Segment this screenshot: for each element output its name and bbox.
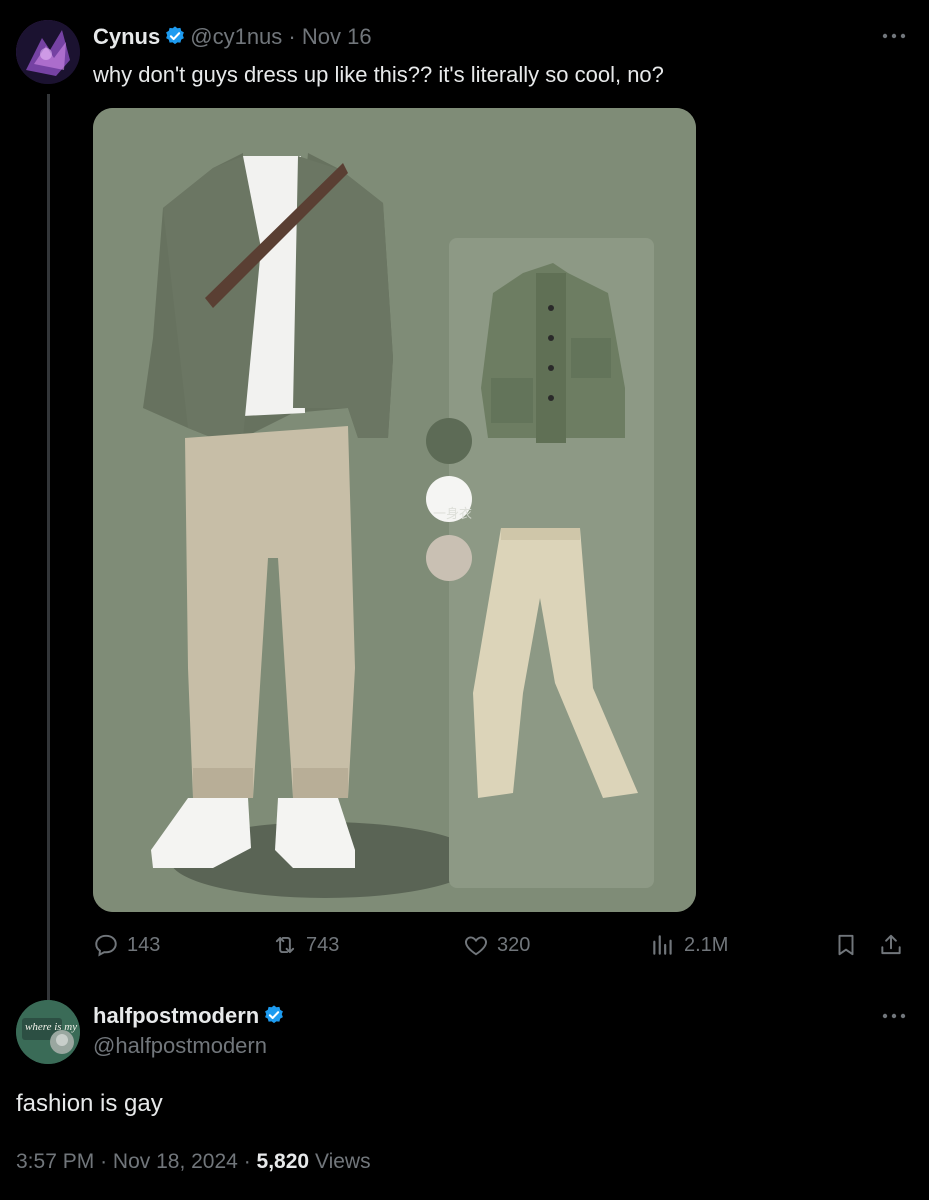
reply-button[interactable]: 143 (93, 932, 160, 958)
repost-button[interactable]: 743 (272, 932, 339, 958)
reply-meta: 3:57 PM · Nov 18, 2024 · 5,820 Views (16, 1150, 371, 1174)
views-count: 2.1M (684, 933, 729, 956)
share-button[interactable] (878, 932, 904, 958)
more-dots-icon[interactable] (880, 1006, 908, 1032)
reply-author-avatar[interactable]: where is my (16, 1000, 80, 1064)
tweet-text: why don't guys dress up like this?? it's… (93, 62, 664, 87)
verified-badge-icon (263, 1004, 285, 1026)
reply-views-count: 5,820 (256, 1150, 310, 1173)
more-dots-icon[interactable] (880, 26, 908, 52)
separator-dot: · (243, 1150, 251, 1173)
avatar-text: where is my (25, 1021, 77, 1033)
views-button[interactable]: 2.1M (650, 932, 728, 958)
reply-header: halfpostmodern @halfpostmodern (93, 1003, 289, 1059)
like-count: 320 (497, 933, 531, 956)
tweet-media-image[interactable]: 一身衣 (93, 108, 696, 912)
tweet-date[interactable]: Nov 16 (302, 24, 372, 49)
reply-time[interactable]: 3:57 PM (16, 1150, 94, 1173)
author-handle[interactable]: @cy1nus (190, 24, 282, 49)
verified-badge-icon (164, 25, 186, 47)
reply-author-handle[interactable]: @halfpostmodern (93, 1033, 289, 1059)
share-icon (881, 934, 901, 955)
image-watermark: 一身衣 (433, 506, 472, 521)
author-name[interactable]: Cynus (93, 24, 160, 49)
repost-count: 743 (306, 933, 340, 956)
reply-icon (95, 934, 117, 957)
separator-dot: · (100, 1150, 108, 1173)
heart-icon (465, 936, 487, 956)
reply-author-name[interactable]: halfpostmodern (93, 1003, 259, 1028)
author-avatar[interactable] (16, 20, 80, 84)
reply-count: 143 (127, 933, 161, 956)
repost-icon (275, 936, 295, 954)
reply-views-label: Views (314, 1150, 371, 1173)
bookmark-icon (838, 934, 854, 956)
thread-line (47, 94, 50, 1000)
bookmark-button[interactable] (833, 932, 859, 958)
like-button[interactable]: 320 (463, 932, 530, 958)
tweet-header: Cynus @cy1nus · Nov 16 (93, 24, 372, 50)
reply-text: fashion is gay (16, 1090, 163, 1117)
analytics-icon (653, 935, 672, 955)
separator-dot: · (288, 24, 296, 49)
reply-date[interactable]: Nov 18, 2024 (113, 1150, 238, 1173)
